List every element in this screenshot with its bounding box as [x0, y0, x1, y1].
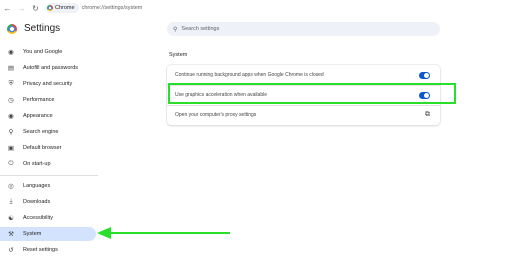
reset-icon: ↺: [8, 247, 14, 254]
sidebar-divider: [0, 175, 98, 176]
sidebar-item-search-engine[interactable]: ⚲ Search engine: [0, 125, 96, 139]
sidebar-item-on-startup[interactable]: ⏻ On start-up: [0, 157, 96, 171]
annotation-arrow-head: [97, 227, 111, 239]
setting-label: Continue running background apps when Go…: [175, 72, 324, 78]
search-input[interactable]: [181, 26, 422, 32]
reload-icon[interactable]: ↻: [30, 3, 41, 14]
speedometer-icon: ◷: [8, 97, 14, 104]
page-title: Settings: [24, 23, 61, 34]
power-icon: ⏻: [8, 160, 14, 167]
sidebar-item-autofill[interactable]: ▤ Autofill and passwords: [0, 61, 96, 75]
palette-icon: ◉: [8, 113, 14, 120]
setting-label: Open your computer's proxy settings: [175, 112, 257, 118]
site-chip-label: Chrome: [55, 5, 75, 11]
sidebar-item-label: Languages: [23, 183, 51, 189]
url-text[interactable]: chrome://settings/system: [82, 5, 143, 11]
setting-row-proxy[interactable]: Open your computer's proxy settings ⧉: [167, 105, 440, 125]
sidebar-item-you-and-google[interactable]: ◉ You and Google: [0, 45, 96, 59]
section-title: System: [169, 52, 188, 58]
sidebar-item-reset[interactable]: ↺ Reset settings: [0, 243, 96, 257]
sidebar-item-default-browser[interactable]: ▣ Default browser: [0, 141, 96, 155]
external-link-icon[interactable]: ⧉: [425, 111, 430, 119]
sidebar-item-languages[interactable]: ◎ Languages: [0, 179, 96, 193]
highlight-box: [168, 83, 456, 104]
sidebar-item-label: You and Google: [23, 49, 63, 55]
sidebar-item-label: Autofill and passwords: [23, 65, 79, 71]
sidebar-item-label: Performance: [23, 97, 55, 103]
sidebar-item-appearance[interactable]: ◉ Appearance: [0, 109, 96, 123]
background-apps-toggle[interactable]: [419, 71, 430, 79]
sidebar-item-label: Accessibility: [23, 215, 53, 221]
address-bar[interactable]: Chrome chrome://settings/system: [45, 2, 142, 14]
search-icon: ⚲: [8, 129, 14, 136]
search-box[interactable]: ⚲: [167, 22, 440, 36]
globe-icon: ◎: [8, 183, 14, 190]
clipboard-icon: ▤: [7, 65, 15, 72]
site-chip[interactable]: Chrome: [45, 3, 79, 13]
sidebar-item-label: On start-up: [23, 161, 51, 167]
accessibility-icon: ☯: [8, 215, 14, 222]
chrome-g-icon: ◉: [8, 49, 14, 56]
sidebar-item-downloads[interactable]: ⤓ Downloads: [0, 195, 96, 209]
chrome-icon: [47, 5, 53, 11]
forward-arrow-icon[interactable]: →: [16, 3, 27, 14]
sidebar-item-privacy[interactable]: ⛨ Privacy and security: [0, 77, 96, 91]
sidebar-item-label: Search engine: [23, 129, 59, 135]
wrench-icon: ⚒: [8, 231, 14, 238]
browser-icon: ▣: [7, 145, 15, 152]
sidebar-item-label: Downloads: [23, 199, 51, 205]
browser-toolbar: ← → ↻ Chrome chrome://settings/system: [0, 0, 512, 16]
sidebar-item-performance[interactable]: ◷ Performance: [0, 93, 96, 107]
setting-row-background-apps[interactable]: Continue running background apps when Go…: [167, 65, 440, 85]
sidebar-item-label: Appearance: [23, 113, 53, 119]
back-arrow-icon[interactable]: ←: [2, 3, 13, 14]
sidebar-item-accessibility[interactable]: ☯ Accessibility: [0, 211, 96, 225]
sidebar-item-label: Reset settings: [23, 247, 58, 253]
sidebar-item-system[interactable]: ⚒ System: [0, 227, 96, 241]
annotation-arrow: [110, 232, 230, 234]
sidebar-item-label: System: [23, 231, 42, 237]
search-icon: ⚲: [173, 26, 178, 33]
shield-icon: ⛨: [8, 80, 14, 87]
settings-window: ← → ↻ Chrome chrome://settings/system Se…: [0, 0, 512, 257]
chrome-logo-icon: [7, 24, 17, 34]
sidebar-item-label: Default browser: [23, 145, 62, 151]
sidebar-item-label: Privacy and security: [23, 81, 73, 87]
download-icon: ⤓: [9, 198, 13, 205]
